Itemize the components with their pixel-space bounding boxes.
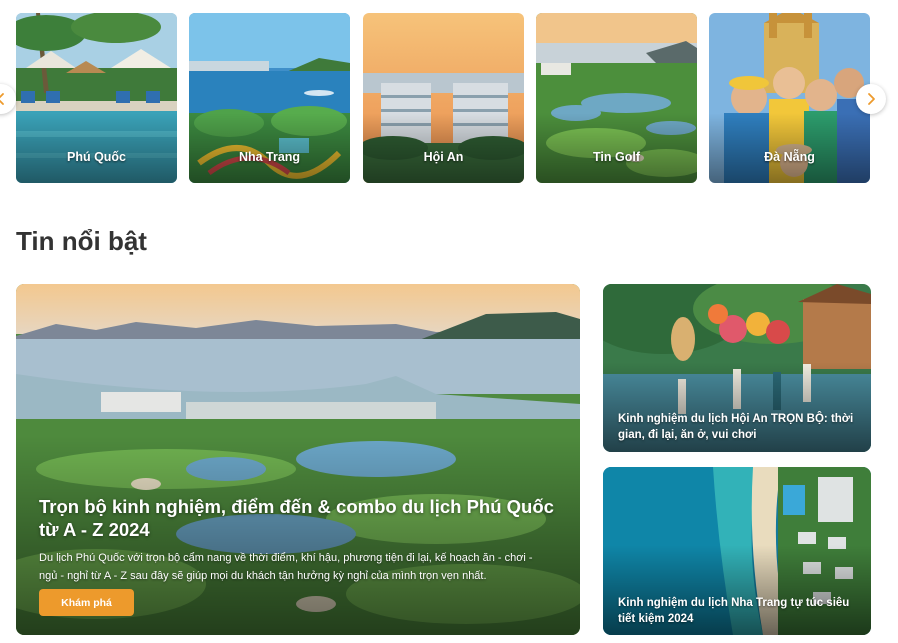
- carousel-next-button[interactable]: [856, 84, 886, 114]
- destination-card-nha-trang[interactable]: Nha Trang: [189, 13, 350, 183]
- side-article-card-hoi-an[interactable]: Kinh nghiệm du lịch Hội An TRỌN BỘ: thời…: [603, 284, 871, 452]
- side-article-title[interactable]: Kinh nghiệm du lịch Hội An TRỌN BỘ: thời…: [618, 411, 857, 443]
- destination-label: Nha Trang: [238, 150, 301, 164]
- side-article-title[interactable]: Kinh nghiệm du lịch Nha Trang tự túc siê…: [618, 595, 857, 627]
- caption-gradient: [16, 113, 177, 183]
- carousel-prev-button[interactable]: [0, 84, 16, 114]
- caption-gradient: [709, 113, 870, 183]
- featured-article-title[interactable]: Trọn bộ kinh nghiệm, điểm đến & combo du…: [39, 495, 559, 541]
- destination-label: Tin Golf: [593, 150, 640, 164]
- destination-card-hoi-an[interactable]: Hội An: [363, 13, 524, 183]
- caption-gradient: [189, 113, 350, 183]
- destination-card-tin-golf[interactable]: Tin Golf: [536, 13, 697, 183]
- section-heading: Tin nổi bật: [16, 226, 147, 256]
- chevron-right-icon: [868, 93, 875, 105]
- destination-label: Hội An: [423, 150, 464, 164]
- featured-article-card[interactable]: Trọn bộ kinh nghiệm, điểm đến & combo du…: [16, 284, 580, 635]
- chevron-left-icon: [0, 93, 4, 105]
- destination-label: Phú Quốc: [66, 150, 127, 164]
- destination-card-phu-quoc[interactable]: Phú Quốc: [16, 13, 177, 183]
- caption-gradient: [536, 113, 697, 183]
- destination-carousel: Phú Quốc Nha Trang Hội An Tin Golf Đà Nẵ…: [16, 13, 870, 183]
- destination-card-da-nang[interactable]: Đà Nẵng: [709, 13, 870, 183]
- destination-label: Đà Nẵng: [764, 150, 815, 164]
- caption-gradient: [363, 113, 524, 183]
- side-article-card-nha-trang[interactable]: Kinh nghiệm du lịch Nha Trang tự túc siê…: [603, 467, 871, 635]
- featured-article-description: Du lịch Phú Quốc với trọn bộ cẩm nang về…: [39, 552, 533, 582]
- explore-button[interactable]: Khám phá: [39, 589, 134, 616]
